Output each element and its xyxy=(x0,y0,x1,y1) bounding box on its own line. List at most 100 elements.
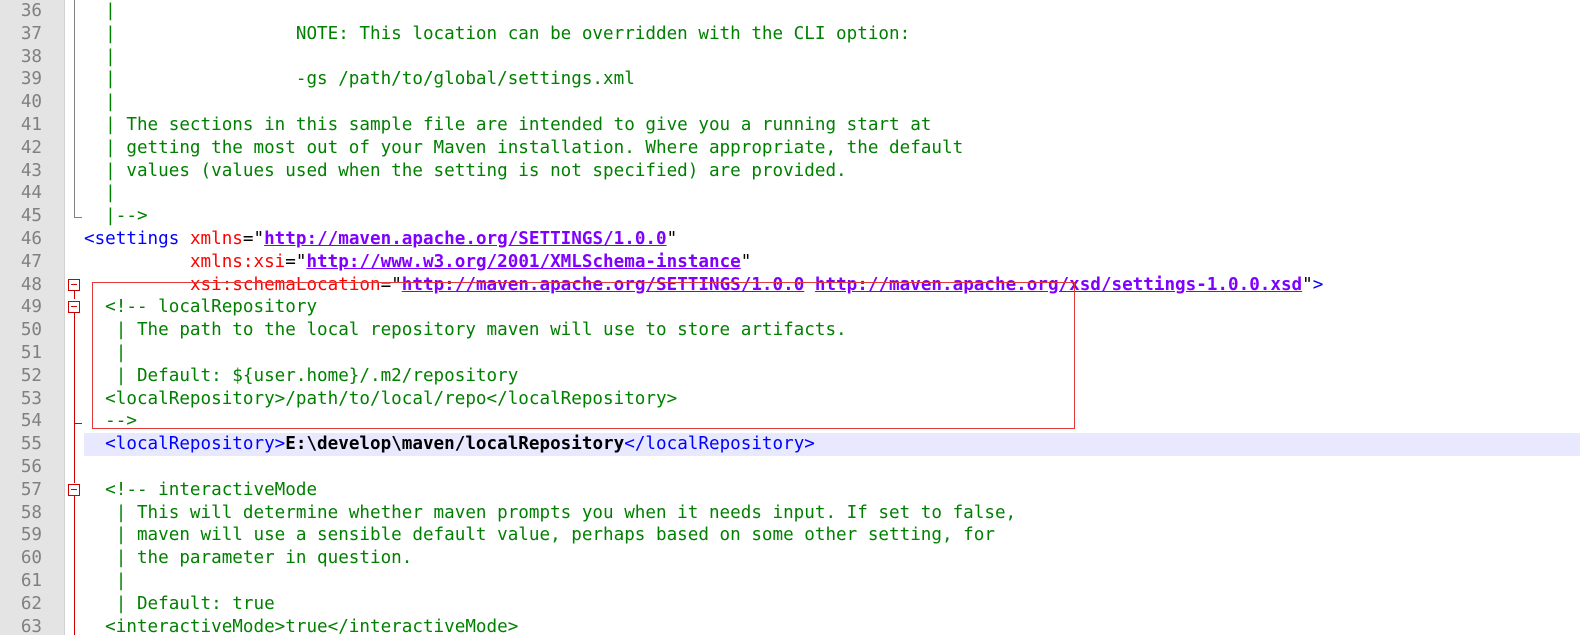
code-line[interactable]: 52 | Default: ${user.home}/.m2/repositor… xyxy=(0,365,1580,388)
token-comment: | xyxy=(84,46,116,67)
token-comment: | maven will use a sensible default valu… xyxy=(84,525,995,546)
code-text: | The sections in this sample file are i… xyxy=(84,114,1580,137)
code-text: <localRepository>E:\develop\maven/localR… xyxy=(84,433,1580,456)
token-comment: | The sections in this sample file are i… xyxy=(84,115,932,135)
line-number: 51 xyxy=(20,343,42,363)
code-text: | getting the most out of your Maven ins… xyxy=(84,137,1580,160)
code-line[interactable]: 56 xyxy=(0,456,1580,479)
token-comment: | This will determine whether maven prom… xyxy=(84,502,1017,523)
line-number: 58 xyxy=(20,502,42,523)
token-punct xyxy=(804,275,815,295)
line-number: 42 xyxy=(20,137,42,158)
code-text: <!-- interactiveMode xyxy=(84,479,1580,502)
code-line[interactable]: 43 | values (values used when the settin… xyxy=(0,160,1580,183)
line-number: 49 xyxy=(20,297,42,318)
fold-collapse-icon[interactable] xyxy=(68,279,80,291)
code-line[interactable]: 47 xmlns:xsi="http://www.w3.org/2001/XML… xyxy=(0,251,1580,274)
token-comment: <localRepository>/path/to/local/repo</lo… xyxy=(84,388,678,409)
code-text: | maven will use a sensible default valu… xyxy=(84,524,1580,547)
code-line[interactable]: 54 --> xyxy=(0,410,1580,433)
code-line[interactable]: 50 | The path to the local repository ma… xyxy=(0,319,1580,342)
line-number: 43 xyxy=(20,160,42,181)
line-number: 53 xyxy=(20,388,42,409)
line-number: 44 xyxy=(20,183,42,204)
token-comment: | xyxy=(84,92,116,113)
fold-guide-line xyxy=(74,313,75,423)
code-text: <settings xmlns="http://maven.apache.org… xyxy=(84,228,1580,251)
code-line[interactable]: 49 <!-- localRepository xyxy=(0,296,1580,319)
token-str[interactable]: http://maven.apache.org/SETTINGS/1.0.0 xyxy=(264,229,667,249)
token-str[interactable]: http://maven.apache.org/SETTINGS/1.0.0 xyxy=(402,275,805,295)
token-bold: E:\develop\maven/localRepository xyxy=(285,434,625,455)
token-tag: <localRepository> xyxy=(84,434,286,455)
fold-guide-line xyxy=(74,291,75,299)
code-text: | Default: ${user.home}/.m2/repository xyxy=(84,365,1580,388)
code-line[interactable]: 57 <!-- interactiveMode xyxy=(0,479,1580,502)
code-text: |--> xyxy=(84,205,1580,228)
token-comment: | The path to the local repository maven… xyxy=(84,320,847,341)
line-number: 55 xyxy=(20,434,42,455)
token-str[interactable]: http://maven.apache.org/xsd/settings-1.0… xyxy=(815,275,1302,295)
code-line[interactable]: 46 <settings xmlns="http://maven.apache.o… xyxy=(0,228,1580,251)
token-comment: | xyxy=(84,1,116,21)
token-punct: =" xyxy=(242,229,265,249)
code-line[interactable]: 55 <localRepository>E:\develop\maven/loc… xyxy=(0,433,1580,456)
code-line[interactable]: 39 | -gs /path/to/global/settings.xml xyxy=(0,68,1580,91)
code-line[interactable]: 48 xsi:schemaLocation="http://maven.apac… xyxy=(0,274,1580,297)
code-line[interactable]: 45 |--> xyxy=(0,205,1580,228)
code-line[interactable]: 61 | xyxy=(0,570,1580,593)
token-comment: | getting the most out of your Maven ins… xyxy=(84,137,964,158)
token-str[interactable]: http://www.w3.org/2001/XMLSchema-instanc… xyxy=(306,252,740,272)
code-line[interactable]: 37 | NOTE: This location can be overridd… xyxy=(0,23,1580,46)
code-text: xmlns:xsi="http://www.w3.org/2001/XMLSch… xyxy=(84,251,1580,274)
code-text: | xyxy=(84,91,1580,114)
code-line[interactable]: 44 | xyxy=(0,182,1580,205)
token-comment: | xyxy=(84,343,127,363)
token-punct: =" xyxy=(380,274,402,295)
code-line[interactable]: 58 | This will determine whether maven p… xyxy=(0,502,1580,525)
token-punct: " xyxy=(1302,274,1313,295)
line-number: 56 xyxy=(20,457,42,477)
line-number: 54 xyxy=(20,411,42,432)
token-tag: <settings xyxy=(84,229,190,249)
code-line[interactable]: 59 | maven will use a sensible default v… xyxy=(0,524,1580,547)
code-text: xsi:schemaLocation="http://maven.apache.… xyxy=(84,274,1580,297)
line-number: 48 xyxy=(20,274,42,295)
fold-collapse-icon[interactable] xyxy=(68,484,80,496)
code-line[interactable]: 42 | getting the most out of your Maven … xyxy=(0,137,1580,160)
line-number: 40 xyxy=(20,92,42,113)
token-comment: |--> xyxy=(84,206,148,227)
token-tag: > xyxy=(1312,274,1324,295)
token-comment: | Default: true xyxy=(84,593,275,614)
code-text: | This will determine whether maven prom… xyxy=(84,502,1580,525)
code-text: | NOTE: This location can be overridden … xyxy=(84,23,1580,46)
code-line[interactable]: 51 | xyxy=(0,342,1580,365)
token-comment: --> xyxy=(84,411,137,432)
code-text: --> xyxy=(84,410,1580,433)
code-text: <localRepository>/path/to/local/repo</lo… xyxy=(84,388,1580,411)
token-comment: <!-- interactiveMode xyxy=(84,479,318,500)
line-number: 61 xyxy=(20,571,42,591)
token-attr: xsi:schemaLocation xyxy=(189,274,381,295)
code-line[interactable]: 62 | Default: true xyxy=(0,593,1580,616)
fold-guide-line xyxy=(74,496,75,635)
code-editor[interactable]: 36 | 37 | NOTE: This location can be over… xyxy=(0,0,1580,637)
fold-collapse-icon[interactable] xyxy=(68,301,80,313)
code-line[interactable]: 53 <localRepository>/path/to/local/repo<… xyxy=(0,388,1580,411)
code-line[interactable]: 38 | xyxy=(0,46,1580,69)
token-comment: | NOTE: This location can be overridden … xyxy=(84,23,911,44)
line-number: 36 xyxy=(20,1,42,21)
code-line[interactable]: 60 | the parameter in question. xyxy=(0,547,1580,570)
token-comment: <interactiveMode>true</interactiveMode> xyxy=(84,616,519,637)
line-number: 60 xyxy=(20,548,42,569)
code-line[interactable]: 41 | The sections in this sample file ar… xyxy=(0,114,1580,137)
code-text: | xyxy=(84,342,1580,365)
code-line[interactable]: 40 | xyxy=(0,91,1580,114)
line-number: 52 xyxy=(20,365,42,386)
code-line[interactable]: 36 | xyxy=(0,0,1580,23)
code-text: | xyxy=(84,46,1580,69)
fold-guide-line xyxy=(74,424,75,483)
token-comment: <!-- localRepository xyxy=(84,297,318,318)
code-text: | the parameter in question. xyxy=(84,547,1580,570)
